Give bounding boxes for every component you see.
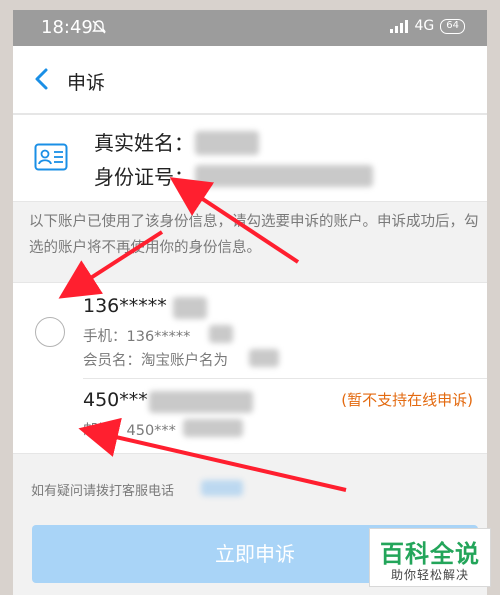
back-arrow-icon[interactable]: [31, 66, 53, 92]
account-title: 136*****: [83, 295, 167, 317]
nav-bar: 申诉: [13, 46, 487, 114]
account-radio[interactable]: [35, 317, 65, 347]
real-name-redacted: [195, 131, 259, 155]
real-name-label: 真实姓名：: [94, 131, 194, 155]
status-bar: 18:49 4G 64: [13, 10, 487, 46]
email-redacted: [183, 419, 243, 437]
account-title: 450***: [83, 389, 148, 411]
watermark-logo: 百科全说 助你轻松解决: [369, 528, 491, 587]
watermark-title: 百科全说: [380, 540, 480, 568]
account-email: 邮箱：450***: [83, 423, 176, 439]
battery-indicator: 64: [440, 18, 465, 34]
phone-redacted: [209, 325, 233, 343]
notice-text: 以下账户已使用了该身份信息，请勾选要申诉的账户。申诉成功后，勾选的账户将不再使用…: [29, 214, 479, 256]
status-indicators: 4G 64: [389, 18, 465, 34]
account-phone: 手机：136*****: [83, 329, 191, 345]
account-list: 136***** 手机：136***** 会员名：淘宝账户名为 450*** (…: [13, 282, 487, 454]
account-row: 450*** (暂不支持在线申诉) 邮箱：450***: [13, 379, 487, 455]
network-type: 4G: [414, 18, 435, 34]
watermark-subtitle: 助你轻松解决: [390, 568, 469, 582]
id-number-redacted: [195, 165, 373, 187]
page-title: 申诉: [67, 72, 106, 94]
identity-card: 真实姓名： 身份证号：: [13, 114, 487, 202]
help-text: 如有疑问请拨打客服电话: [31, 484, 175, 499]
unsupported-status: (暂不支持在线申诉): [341, 391, 473, 409]
account-row[interactable]: 136***** 手机：136***** 会员名：淘宝账户名为: [13, 283, 487, 379]
status-time: 18:49: [41, 17, 93, 38]
id-card-icon: [34, 143, 68, 171]
member-redacted: [249, 349, 279, 367]
account-member-name: 会员名：淘宝账户名为: [83, 353, 228, 369]
bell-muted-icon: [92, 20, 106, 34]
signal-icon: [389, 20, 408, 33]
account-redacted: [149, 391, 253, 413]
phone-number-redacted: [201, 480, 243, 496]
id-number-label: 身份证号：: [94, 165, 194, 189]
phone-screen: 18:49 4G 64 申诉 真实姓名： 身份证号： 以下账户已使用了该身份信息…: [13, 10, 487, 595]
account-redacted: [173, 297, 207, 319]
